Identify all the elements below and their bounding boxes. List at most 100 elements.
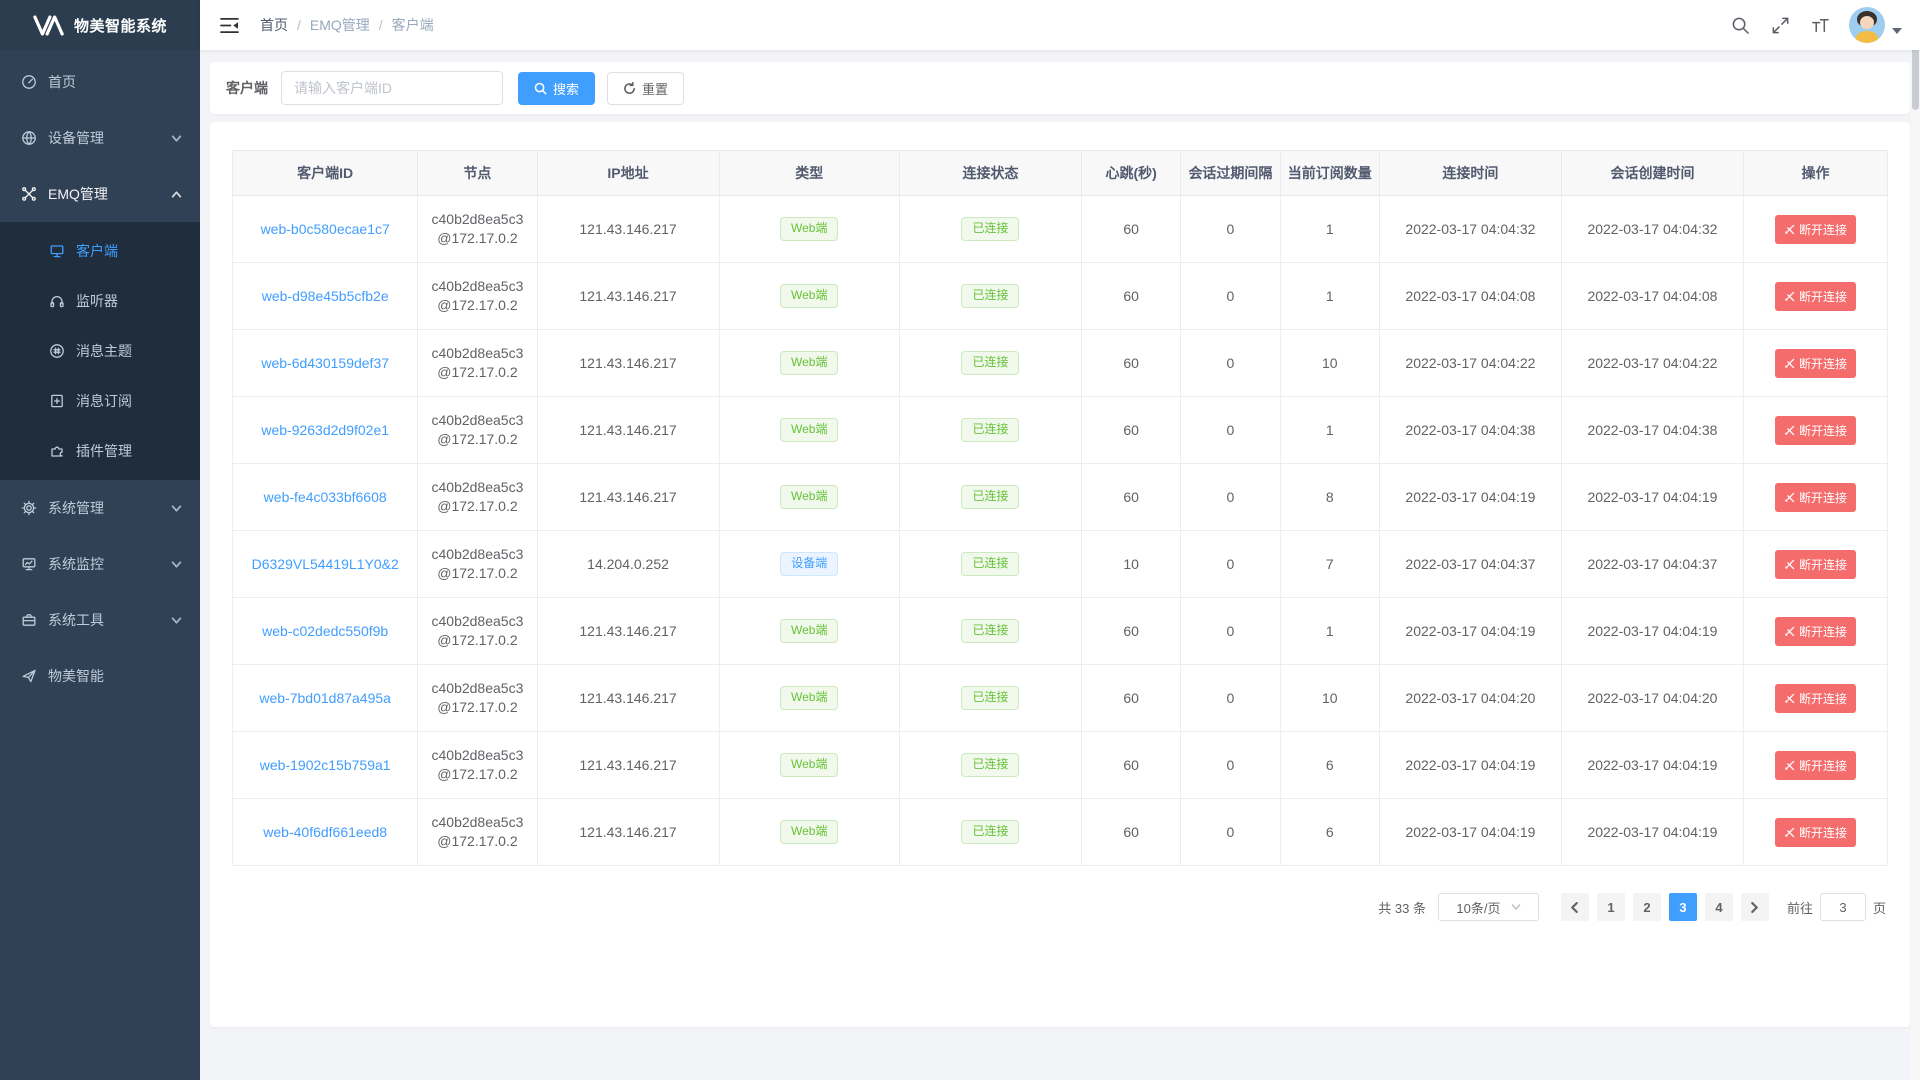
disconnect-button[interactable]: 断开连接 bbox=[1775, 751, 1856, 780]
disconnect-label: 断开连接 bbox=[1799, 556, 1847, 573]
connect-time-cell: 2022-03-17 04:04:32 bbox=[1379, 196, 1561, 263]
sidebar-item-device[interactable]: 设备管理 bbox=[0, 110, 200, 166]
node-name: c40b2d8ea5c3 bbox=[424, 813, 530, 832]
sidebar-item-monitoring[interactable]: 系统监控 bbox=[0, 536, 200, 592]
status-cell: 已连接 bbox=[899, 598, 1081, 665]
main-area: 首页/EMQ管理/客户端 bbox=[200, 0, 1920, 1080]
disconnect-button[interactable]: 断开连接 bbox=[1775, 282, 1856, 311]
page-button-2[interactable]: 2 bbox=[1633, 893, 1661, 921]
type-badge: Web端 bbox=[780, 485, 838, 509]
collapse-sidebar-button[interactable] bbox=[216, 13, 243, 38]
connect-time-value: 2022-03-17 04:04:38 bbox=[1405, 422, 1535, 438]
disconnect-button[interactable]: 断开连接 bbox=[1775, 483, 1856, 512]
connect-time-cell: 2022-03-17 04:04:19 bbox=[1379, 732, 1561, 799]
app-root: 物美智能系统 首页设备管理EMQ管理客户端监听器消息主题消息订阅插件管理系统管理… bbox=[0, 0, 1920, 1080]
create-time-cell: 2022-03-17 04:04:19 bbox=[1561, 732, 1743, 799]
heartbeat-value: 60 bbox=[1123, 690, 1139, 706]
disconnect-button[interactable]: 断开连接 bbox=[1775, 349, 1856, 378]
hamburger-icon bbox=[220, 17, 239, 34]
sidebar-item-home[interactable]: 首页 bbox=[0, 54, 200, 110]
client-id-link[interactable]: web-7bd01d87a495a bbox=[259, 690, 391, 706]
status-cell: 已连接 bbox=[899, 196, 1081, 263]
client-id-link[interactable]: web-9263d2d9f02e1 bbox=[261, 422, 389, 438]
page-button-3[interactable]: 3 bbox=[1669, 893, 1697, 921]
sidebar-item-emq[interactable]: EMQ管理 bbox=[0, 166, 200, 222]
avatar[interactable] bbox=[1849, 7, 1885, 43]
search-button[interactable]: 搜索 bbox=[518, 72, 595, 105]
sidebar-item-subscribe[interactable]: 消息订阅 bbox=[0, 376, 200, 426]
ip-address: 121.43.146.217 bbox=[579, 757, 676, 773]
column-header: 连接时间 bbox=[1379, 151, 1561, 196]
disconnect-icon bbox=[1784, 827, 1795, 838]
create-time-cell: 2022-03-17 04:04:19 bbox=[1561, 464, 1743, 531]
disconnect-button[interactable]: 断开连接 bbox=[1775, 215, 1856, 244]
ip-address: 121.43.146.217 bbox=[579, 288, 676, 304]
page-size-select[interactable]: 10条/页 bbox=[1438, 893, 1539, 921]
refresh-icon bbox=[623, 82, 636, 95]
page-content: 客户端 搜索 重置 客户端ID节点I bbox=[200, 50, 1920, 1080]
node-name: c40b2d8ea5c3 bbox=[424, 746, 530, 765]
caret-down-icon[interactable] bbox=[1892, 28, 1902, 34]
breadcrumb-item[interactable]: EMQ管理 bbox=[310, 15, 370, 35]
sidebar: 物美智能系统 首页设备管理EMQ管理客户端监听器消息主题消息订阅插件管理系统管理… bbox=[0, 0, 200, 1080]
connect-time-value: 2022-03-17 04:04:19 bbox=[1405, 623, 1535, 639]
font-size-icon[interactable] bbox=[1809, 14, 1832, 37]
disconnect-button[interactable]: 断开连接 bbox=[1775, 416, 1856, 445]
client-id-input[interactable] bbox=[281, 71, 503, 105]
fullscreen-icon[interactable] bbox=[1769, 14, 1792, 37]
expiry-cell: 0 bbox=[1181, 397, 1280, 464]
goto-page-input[interactable] bbox=[1820, 893, 1866, 921]
expiry-cell: 0 bbox=[1181, 196, 1280, 263]
monitor-chart-icon bbox=[20, 556, 37, 573]
prev-page-button[interactable] bbox=[1561, 893, 1589, 921]
sidebar-item-tools[interactable]: 系统工具 bbox=[0, 592, 200, 648]
sidebar-item-plugin[interactable]: 插件管理 bbox=[0, 426, 200, 476]
heartbeat-cell: 60 bbox=[1082, 397, 1181, 464]
sidebar-item-client[interactable]: 客户端 bbox=[0, 226, 200, 276]
table-row: web-40f6df661eed8c40b2d8ea5c3@172.17.0.2… bbox=[233, 799, 1888, 866]
disconnect-button[interactable]: 断开连接 bbox=[1775, 550, 1856, 579]
connect-time-cell: 2022-03-17 04:04:19 bbox=[1379, 464, 1561, 531]
client-id-link[interactable]: web-1902c15b759a1 bbox=[260, 757, 391, 773]
search-icon[interactable] bbox=[1729, 14, 1752, 37]
sidebar-item-topic[interactable]: 消息主题 bbox=[0, 326, 200, 376]
disconnect-button[interactable]: 断开连接 bbox=[1775, 617, 1856, 646]
heartbeat-value: 60 bbox=[1123, 757, 1139, 773]
reset-button[interactable]: 重置 bbox=[607, 72, 684, 105]
connect-time-value: 2022-03-17 04:04:08 bbox=[1405, 288, 1535, 304]
scrollbar[interactable] bbox=[1911, 0, 1920, 1080]
subscriptions-cell: 8 bbox=[1280, 464, 1379, 531]
disconnect-button[interactable]: 断开连接 bbox=[1775, 818, 1856, 847]
client-id-link[interactable]: web-c02dedc550f9b bbox=[262, 623, 388, 639]
client-id-link[interactable]: D6329VL54419L1Y0&2 bbox=[252, 556, 399, 572]
breadcrumb-item[interactable]: 首页 bbox=[260, 15, 288, 35]
client-id-link[interactable]: web-b0c580ecae1c7 bbox=[261, 221, 390, 237]
status-badge: 已连接 bbox=[961, 753, 1019, 777]
client-id-link[interactable]: web-40f6df661eed8 bbox=[263, 824, 387, 840]
sidebar-item-wumei[interactable]: 物美智能 bbox=[0, 648, 200, 704]
expiry-value: 0 bbox=[1227, 824, 1235, 840]
expiry-value: 0 bbox=[1227, 556, 1235, 572]
heartbeat-cell: 60 bbox=[1082, 799, 1181, 866]
status-cell: 已连接 bbox=[899, 531, 1081, 598]
page-button-1[interactable]: 1 bbox=[1597, 893, 1625, 921]
ip-cell: 121.43.146.217 bbox=[537, 397, 719, 464]
node-name: c40b2d8ea5c3 bbox=[424, 545, 530, 564]
heartbeat-value: 60 bbox=[1123, 221, 1139, 237]
page-button-4[interactable]: 4 bbox=[1705, 893, 1733, 921]
disconnect-button[interactable]: 断开连接 bbox=[1775, 684, 1856, 713]
topbar: 首页/EMQ管理/客户端 bbox=[200, 0, 1920, 50]
expiry-cell: 0 bbox=[1181, 665, 1280, 732]
create-time-value: 2022-03-17 04:04:19 bbox=[1587, 757, 1717, 773]
next-page-button[interactable] bbox=[1741, 893, 1769, 921]
client-id-link[interactable]: web-6d430159def37 bbox=[261, 355, 389, 371]
sidebar-item-system[interactable]: 系统管理 bbox=[0, 480, 200, 536]
sidebar-item-listener[interactable]: 监听器 bbox=[0, 276, 200, 326]
disconnect-label: 断开连接 bbox=[1799, 623, 1847, 640]
sidebar-item-label: 系统监控 bbox=[48, 554, 104, 574]
expiry-cell: 0 bbox=[1181, 464, 1280, 531]
node-address: @172.17.0.2 bbox=[424, 296, 530, 315]
heartbeat-cell: 60 bbox=[1082, 665, 1181, 732]
client-id-link[interactable]: web-fe4c033bf6608 bbox=[264, 489, 387, 505]
client-id-link[interactable]: web-d98e45b5cfb2e bbox=[262, 288, 389, 304]
